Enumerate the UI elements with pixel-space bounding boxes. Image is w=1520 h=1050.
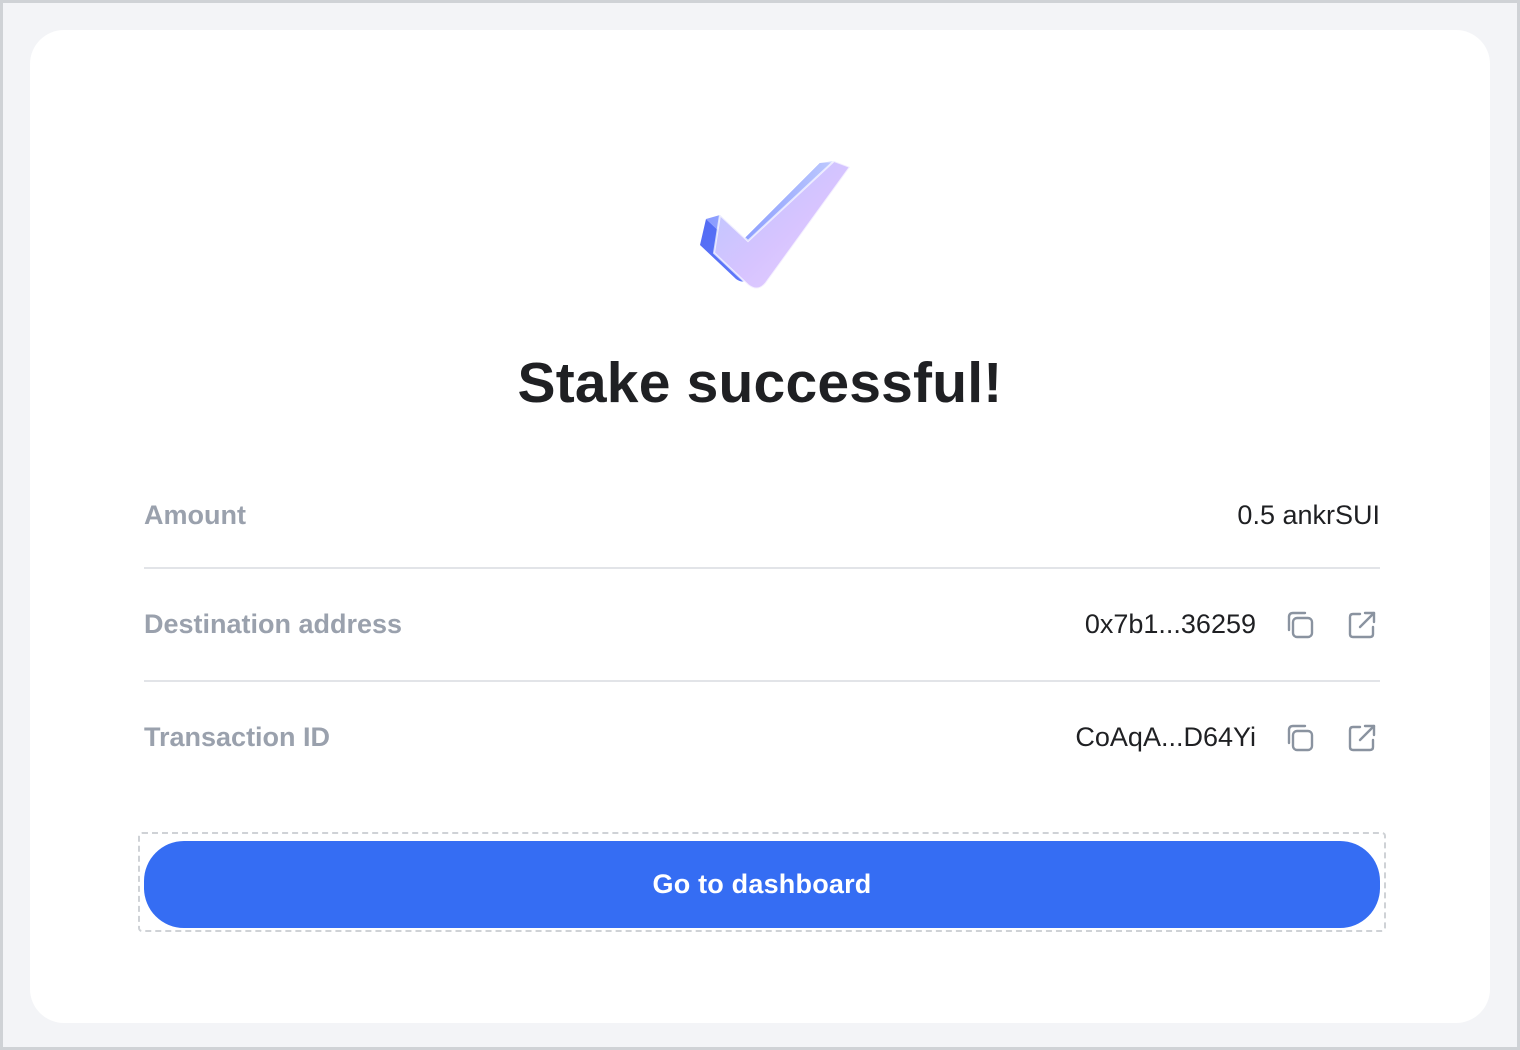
destination-address-value: 0x7b1...36259 (1084, 609, 1256, 639)
amount-value: 0.5 ankrSUI (1237, 499, 1380, 530)
amount-label: Amount (144, 499, 246, 530)
transaction-id-row: Transaction ID CoAqA...D64Yi (144, 680, 1380, 793)
destination-address-label: Destination address (144, 609, 403, 639)
details-list: Amount 0.5 ankrSUI Destination address 0… (144, 463, 1380, 793)
external-link-icon[interactable] (1344, 720, 1380, 756)
go-to-dashboard-button[interactable]: Go to dashboard (144, 841, 1380, 928)
copy-icon[interactable] (1282, 720, 1318, 756)
transaction-id-label: Transaction ID (144, 722, 331, 752)
copy-icon[interactable] (1282, 607, 1318, 643)
destination-address-row: Destination address 0x7b1...36259 (144, 567, 1380, 680)
amount-value-group: 0.5 ankrSUI (1237, 500, 1380, 531)
external-link-icon[interactable] (1344, 607, 1380, 643)
page-title: Stake successful! (517, 351, 1003, 415)
success-card: Stake successful! Amount 0.5 ankrSUI Des… (30, 30, 1490, 1023)
check-3d-icon (670, 155, 860, 305)
destination-address-value-group: 0x7b1...36259 (1085, 607, 1380, 643)
transaction-id-value: CoAqA...D64Yi (1075, 722, 1256, 752)
amount-row: Amount 0.5 ankrSUI (144, 463, 1380, 567)
transaction-id-value-group: CoAqA...D64Yi (1075, 720, 1380, 756)
